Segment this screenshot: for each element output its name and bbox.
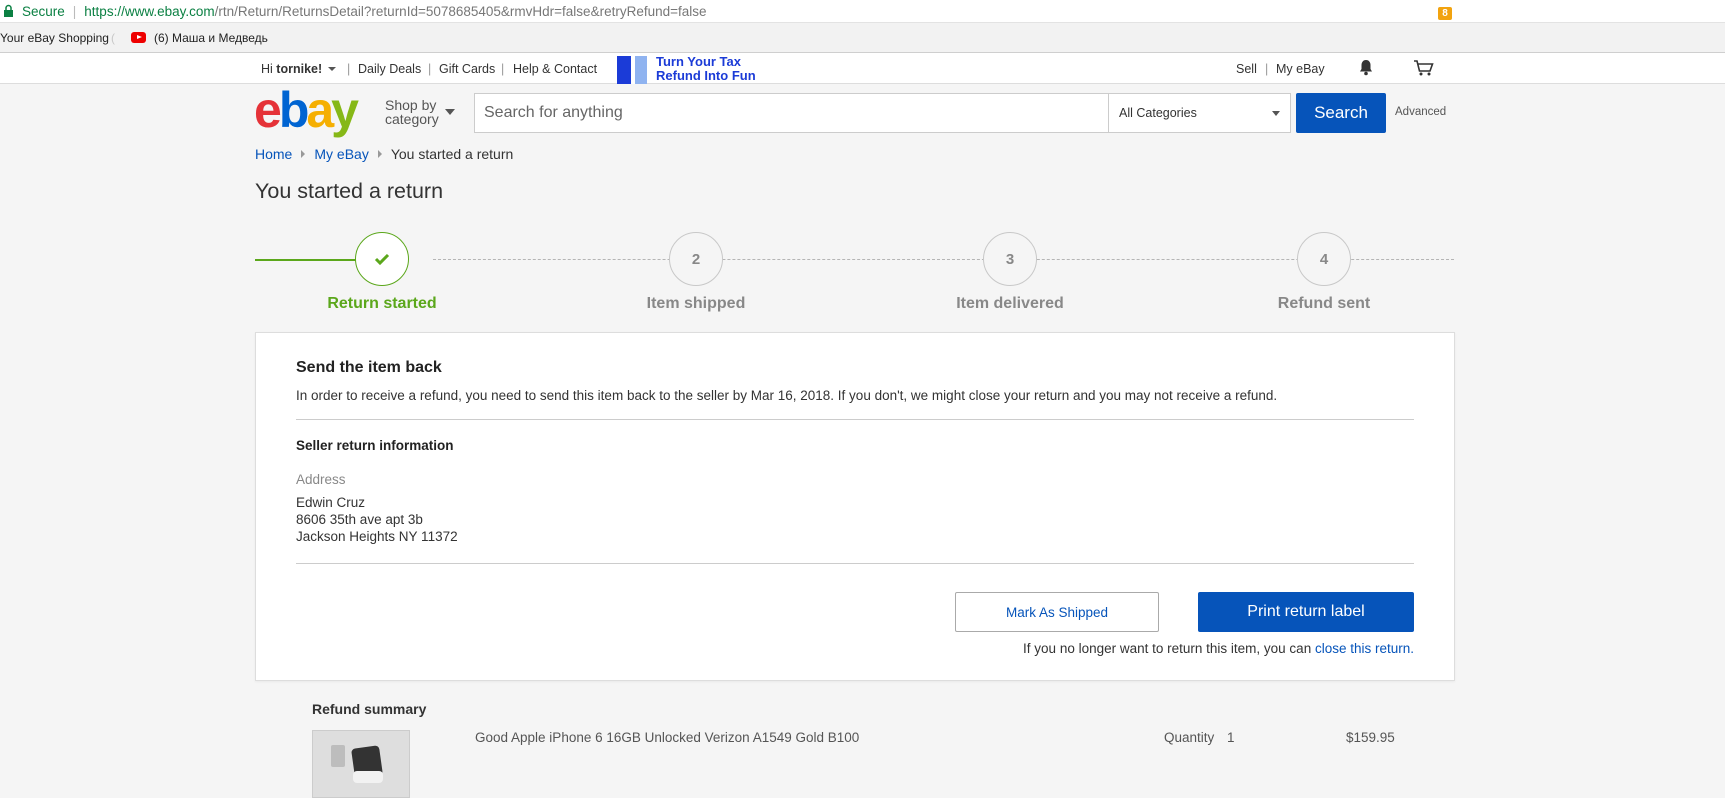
svg-text:ebay: ebay: [254, 87, 359, 138]
youtube-icon: [130, 32, 146, 43]
address-divider: |: [72, 3, 77, 19]
browser-address-bar[interactable]: Secure | https://www.ebay.com/rtn/Return…: [0, 0, 1725, 23]
quantity-label: Quantity: [1164, 730, 1215, 745]
item-name[interactable]: Good Apple iPhone 6 16GB Unlocked Verizo…: [475, 730, 859, 745]
print-return-label-button[interactable]: Print return label: [1198, 592, 1414, 632]
address-line: Edwin Cruz: [296, 495, 366, 510]
cart-count-badge: 8: [1438, 7, 1452, 20]
sell-link[interactable]: Sell: [1236, 53, 1257, 84]
breadcrumb-current: You started a return: [390, 146, 514, 162]
advanced-search-link[interactable]: Advanced: [1395, 106, 1446, 118]
step-4-circle: 4: [1297, 232, 1351, 286]
help-contact-link[interactable]: Help & Contact: [513, 53, 597, 84]
ebay-top-nav: Hi tornike! | Daily Deals | Gift Cards |…: [0, 53, 1725, 84]
refund-summary-title: Refund summary: [312, 701, 427, 717]
cart-icon[interactable]: [1413, 60, 1435, 79]
url-text[interactable]: https://www.ebay.com/rtn/Return/ReturnsD…: [84, 4, 706, 19]
chevron-right-icon: [301, 150, 306, 158]
address-label: Address: [296, 472, 346, 487]
bookmark-youtube[interactable]: (6) Маша и Медведь: [130, 31, 268, 45]
nav-divider: |: [347, 61, 351, 76]
chevron-down-icon: [1272, 110, 1280, 116]
breadcrumb: Home My eBay You started a return: [255, 146, 513, 162]
chevron-right-icon: [377, 150, 382, 158]
nav-divider: |: [428, 61, 432, 76]
seller-info-title: Seller return information: [296, 438, 454, 453]
bookmark-ebay-shopping[interactable]: Your eBay Shopping(: [0, 31, 115, 45]
item-price: $159.95: [1346, 730, 1395, 745]
chevron-down-icon: [445, 109, 455, 115]
user-greeting[interactable]: Hi tornike!: [261, 53, 337, 84]
lock-icon: [3, 4, 14, 18]
close-return-note: If you no longer want to return this ite…: [1023, 641, 1414, 656]
card-instructions: In order to receive a refund, you need t…: [296, 388, 1278, 403]
breadcrumb-home[interactable]: Home: [255, 146, 292, 162]
divider: [296, 419, 1414, 420]
close-return-link[interactable]: close this return.: [1315, 641, 1414, 656]
item-thumbnail[interactable]: [312, 730, 410, 798]
mark-as-shipped-button[interactable]: Mark As Shipped: [955, 592, 1159, 632]
step-2-circle: 2: [669, 232, 723, 286]
step-4-label: Refund sent: [1277, 295, 1371, 312]
promo-banner-text[interactable]: Turn Your Tax Refund Into Fun: [656, 55, 756, 83]
address-line: Jackson Heights NY 11372: [296, 529, 458, 544]
search-bar: All Categories: [474, 93, 1291, 133]
search-button[interactable]: Search: [1296, 93, 1386, 133]
search-input[interactable]: [475, 94, 1108, 132]
daily-deals-link[interactable]: Daily Deals: [358, 53, 421, 84]
breadcrumb-my-ebay[interactable]: My eBay: [314, 146, 368, 162]
step-3-label: Item delivered: [956, 295, 1064, 312]
shop-by-category[interactable]: Shop by category: [385, 98, 455, 126]
quantity-value: 1: [1227, 730, 1235, 745]
step-3-circle: 3: [983, 232, 1037, 286]
nav-divider: |: [1265, 61, 1269, 76]
address-line: 8606 35th ave apt 3b: [296, 512, 423, 527]
page-title: You started a return: [255, 179, 444, 203]
secure-label: Secure: [22, 3, 65, 19]
ebay-logo[interactable]: ebay: [254, 82, 374, 139]
nav-divider: |: [501, 61, 505, 76]
promo-banner-graphic[interactable]: [617, 56, 647, 84]
return-instructions-card: Send the item back In order to receive a…: [255, 332, 1455, 681]
chevron-down-icon: [328, 66, 337, 71]
bell-icon[interactable]: [1358, 59, 1374, 79]
my-ebay-link[interactable]: My eBay: [1276, 53, 1325, 84]
step-1-label: Return started: [327, 295, 437, 312]
step-2-label: Item shipped: [646, 295, 746, 312]
checkmark-icon: [374, 253, 390, 266]
step-1-circle: [355, 232, 409, 286]
progress-line-complete: [255, 259, 357, 261]
bookmarks-bar: Your eBay Shopping( (6) Маша и Медведь: [0, 23, 1725, 53]
divider: [296, 563, 1414, 564]
category-select[interactable]: All Categories: [1108, 94, 1290, 132]
card-title: Send the item back: [296, 359, 442, 376]
gift-cards-link[interactable]: Gift Cards: [439, 53, 495, 84]
